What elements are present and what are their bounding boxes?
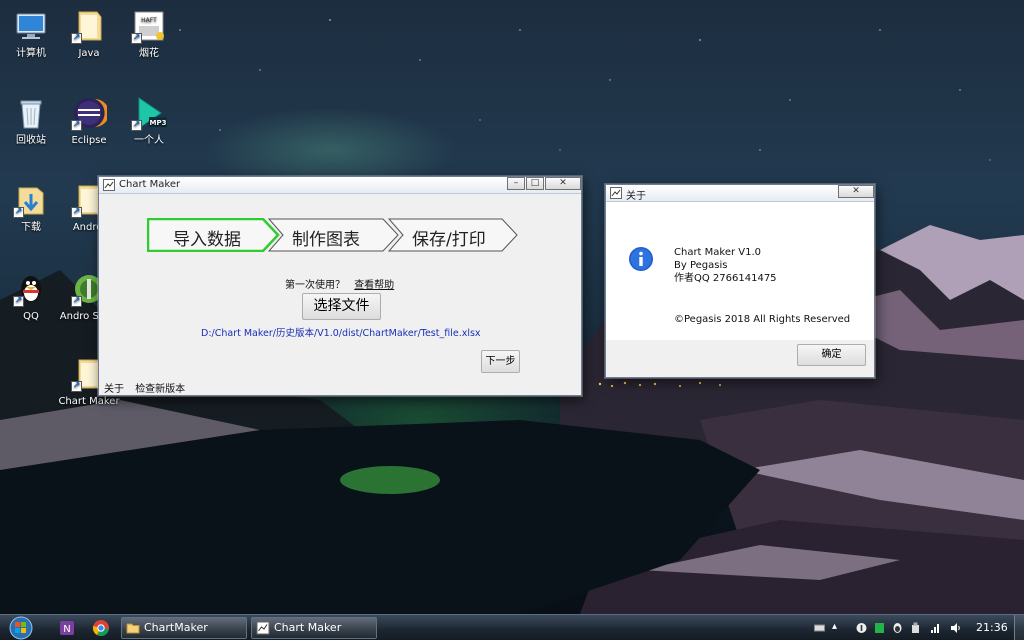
desktop-icon-label: 一个人 bbox=[134, 135, 164, 146]
maximize-button[interactable]: □ bbox=[526, 177, 544, 190]
task-label: ChartMaker bbox=[144, 621, 208, 634]
check-update-link[interactable]: 检查新版本 bbox=[135, 384, 185, 395]
step-save-print[interactable]: 保存/打印 bbox=[412, 225, 486, 250]
usb-device-icon[interactable] bbox=[910, 622, 921, 634]
app-version: Chart Maker V1.0 bbox=[674, 247, 762, 258]
minimize-button[interactable]: – bbox=[507, 177, 525, 190]
first-use-hint: 第一次使用？ 查看帮助 bbox=[285, 276, 394, 291]
chart-maker-window[interactable]: Chart Maker – □ ✕ 导入数据 制作图表 保存/打印 第一次使用？… bbox=[98, 176, 582, 396]
clock[interactable]: 21:36 bbox=[976, 621, 1008, 634]
desktop-icon-recycle-bin[interactable]: 回收站 bbox=[0, 95, 62, 147]
computer-icon bbox=[13, 8, 49, 44]
desktop-icon-mp3[interactable]: MP3 ↗ 一个人 bbox=[118, 95, 180, 147]
desktop-icon-label: Chart Maker bbox=[58, 396, 120, 407]
desktop-icon-label: 计算机 bbox=[16, 48, 46, 59]
svg-text:N: N bbox=[63, 624, 70, 635]
download-folder-icon: ↗ bbox=[13, 182, 49, 218]
network-signal-icon[interactable] bbox=[930, 622, 941, 634]
chrome-icon[interactable] bbox=[92, 619, 110, 637]
help-link[interactable]: 查看帮助 bbox=[354, 280, 394, 291]
mp3-badge-text: MP3 bbox=[150, 119, 167, 127]
chart-app-icon bbox=[610, 187, 622, 199]
close-button[interactable]: ✕ bbox=[838, 185, 874, 198]
desktop-icon-label: QQ bbox=[23, 311, 39, 322]
desktop-icon-java[interactable]: ↗ Java bbox=[58, 8, 120, 60]
step-import-data[interactable]: 导入数据 bbox=[173, 225, 241, 250]
window-title: Chart Maker bbox=[119, 179, 181, 190]
update-icon[interactable] bbox=[856, 622, 867, 634]
author-qq: 作者QQ 2766141475 bbox=[674, 273, 777, 284]
onenote-icon[interactable]: N bbox=[58, 619, 76, 637]
taskbar: N ChartMaker Chart Maker ▴ 21:36 bbox=[0, 614, 1024, 640]
app-author: By Pegasis bbox=[674, 260, 728, 271]
about-body: Chart Maker V1.0 By Pegasis 作者QQ 2766141… bbox=[606, 202, 874, 340]
desktop-icon-eclipse[interactable]: ↗ Eclipse bbox=[58, 95, 120, 147]
dialog-title: 关于 bbox=[626, 191, 646, 202]
ok-button[interactable]: 确定 bbox=[797, 344, 866, 366]
file-path: D:/Chart Maker/历史版本/V1.0/dist/ChartMaker… bbox=[201, 328, 481, 339]
desktop-icon-download[interactable]: ↗ 下载 bbox=[0, 182, 62, 234]
folder-icon: ↗ bbox=[71, 8, 107, 44]
start-button[interactable] bbox=[4, 615, 38, 640]
mp3-file-icon: MP3 ↗ bbox=[131, 95, 167, 131]
first-use-text: 第一次使用？ bbox=[285, 280, 345, 291]
volume-icon[interactable] bbox=[950, 622, 961, 634]
desktop-icon-label: Eclipse bbox=[71, 135, 107, 146]
show-desktop-button[interactable] bbox=[1014, 615, 1024, 640]
desktop-icon-label: Java bbox=[78, 48, 100, 59]
tray-chevron-icon[interactable]: ▴ bbox=[832, 621, 837, 632]
task-label: Chart Maker bbox=[274, 621, 342, 634]
taskbar-item-chart-maker-app[interactable]: Chart Maker bbox=[251, 617, 377, 639]
qq-tray-icon[interactable] bbox=[892, 622, 903, 634]
wizard-steps: 导入数据 制作图表 保存/打印 bbox=[147, 218, 527, 252]
about-link[interactable]: 关于 bbox=[104, 384, 124, 395]
desktop-icon-computer[interactable]: 计算机 bbox=[0, 8, 62, 60]
desktop-icon-label: 下载 bbox=[21, 222, 41, 233]
next-button[interactable]: 下一步 bbox=[481, 350, 520, 373]
fireworks-app-icon: HAFT ↗ bbox=[131, 8, 167, 44]
taskbar-item-chartmaker-folder[interactable]: ChartMaker bbox=[121, 617, 247, 639]
security-icon[interactable] bbox=[874, 622, 885, 634]
chart-app-icon bbox=[103, 179, 115, 191]
info-icon bbox=[629, 247, 653, 271]
select-file-button[interactable]: 选择文件 bbox=[302, 293, 381, 320]
desktop-icon-label: 回收站 bbox=[16, 135, 46, 146]
chart-app-icon bbox=[256, 621, 270, 635]
eclipse-icon: ↗ bbox=[71, 95, 107, 131]
chart-maker-titlebar[interactable]: Chart Maker – □ ✕ bbox=[99, 177, 581, 194]
desktop-icon-qq[interactable]: ↗ QQ bbox=[0, 271, 62, 323]
step-make-chart[interactable]: 制作图表 bbox=[292, 225, 360, 250]
close-button[interactable]: ✕ bbox=[545, 177, 581, 190]
fireworks-thumb-text: HAFT bbox=[141, 17, 157, 24]
desktop-icon-fireworks[interactable]: HAFT ↗ 烟花 bbox=[118, 8, 180, 60]
copyright: ©Pegasis 2018 All Rights Reserved bbox=[674, 314, 851, 325]
recycle-bin-icon bbox=[13, 95, 49, 131]
keyboard-icon[interactable] bbox=[814, 622, 825, 634]
folder-icon bbox=[126, 623, 140, 634]
about-titlebar[interactable]: 关于 ✕ bbox=[606, 185, 874, 202]
qq-penguin-icon: ↗ bbox=[13, 271, 49, 307]
about-dialog[interactable]: 关于 ✕ Chart Maker V1.0 By Pegasis 作者QQ 27… bbox=[605, 184, 875, 378]
about-text: Chart Maker V1.0 By Pegasis 作者QQ 2766141… bbox=[674, 246, 777, 285]
desktop-icon-label: 烟花 bbox=[139, 48, 159, 59]
footer-links: 关于 检查新版本 bbox=[104, 380, 193, 395]
